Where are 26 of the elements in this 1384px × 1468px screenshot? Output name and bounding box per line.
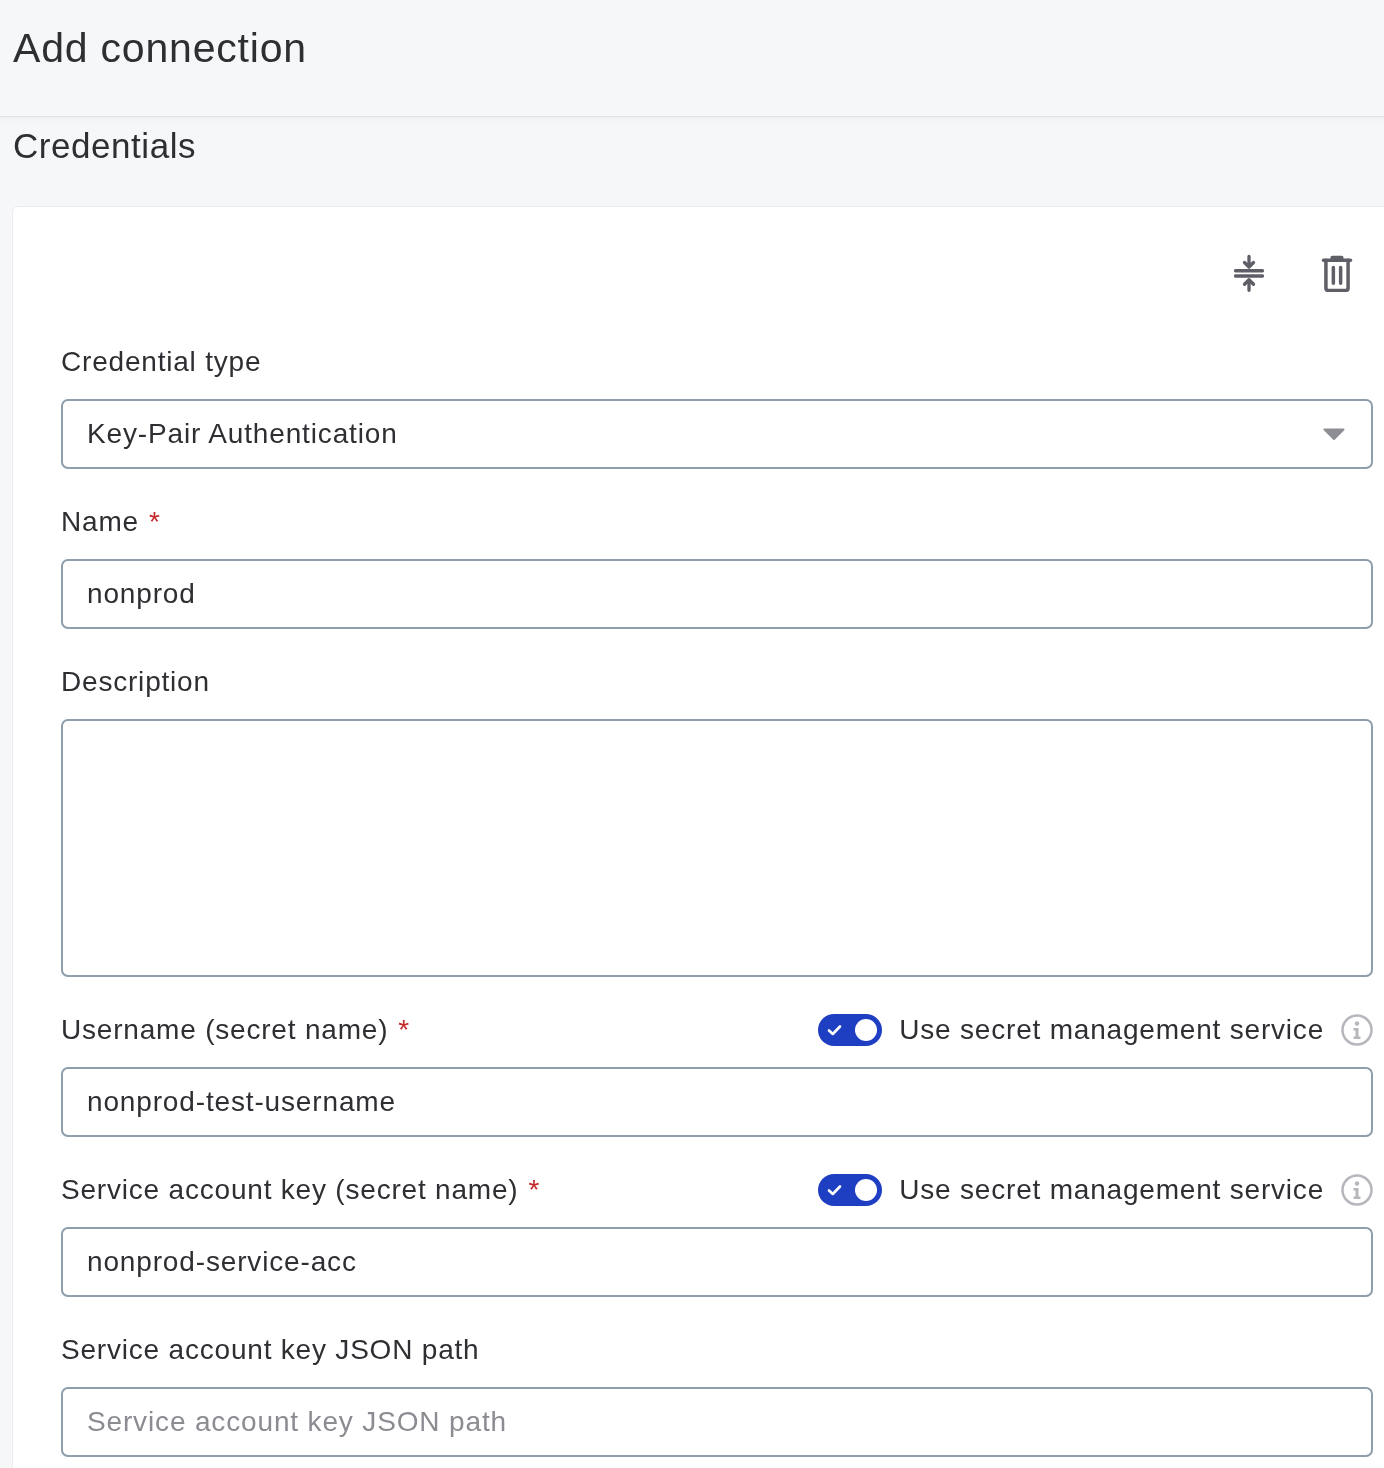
toggle-switch[interactable] — [818, 1174, 883, 1206]
field-label: Username (secret name) — [61, 1013, 389, 1047]
select-field[interactable]: Key-Pair Authentication — [61, 399, 1373, 469]
check-icon — [827, 1184, 843, 1196]
required-mark: * — [528, 1173, 540, 1207]
collapse-icon — [1231, 254, 1267, 292]
check-icon — [827, 1024, 843, 1036]
trash-icon — [1321, 254, 1353, 292]
input-field[interactable]: nonprod-service-acc — [61, 1227, 1373, 1297]
input-field[interactable]: Service account key JSON path — [61, 1387, 1373, 1457]
required-mark: * — [398, 1013, 410, 1047]
field-label: Service account key JSON path — [61, 1333, 480, 1367]
page-title: Add connection — [13, 24, 308, 72]
required-mark: * — [148, 505, 160, 539]
input-field[interactable]: nonprod-test-username — [61, 1067, 1373, 1137]
input-field[interactable]: nonprod — [61, 559, 1373, 629]
toggle-label: Use secret management service — [899, 1173, 1324, 1207]
section-title: Credentials — [13, 126, 198, 166]
toggle-label: Use secret management service — [899, 1013, 1324, 1047]
field-label: Service account key (secret name) — [61, 1173, 519, 1207]
toggle-switch[interactable] — [818, 1014, 883, 1046]
caret-icon — [1323, 428, 1345, 440]
textarea-field[interactable] — [61, 719, 1373, 977]
field-label: Name — [61, 505, 139, 539]
field-label: Description — [61, 665, 210, 699]
field-label: Credential type — [61, 345, 262, 379]
